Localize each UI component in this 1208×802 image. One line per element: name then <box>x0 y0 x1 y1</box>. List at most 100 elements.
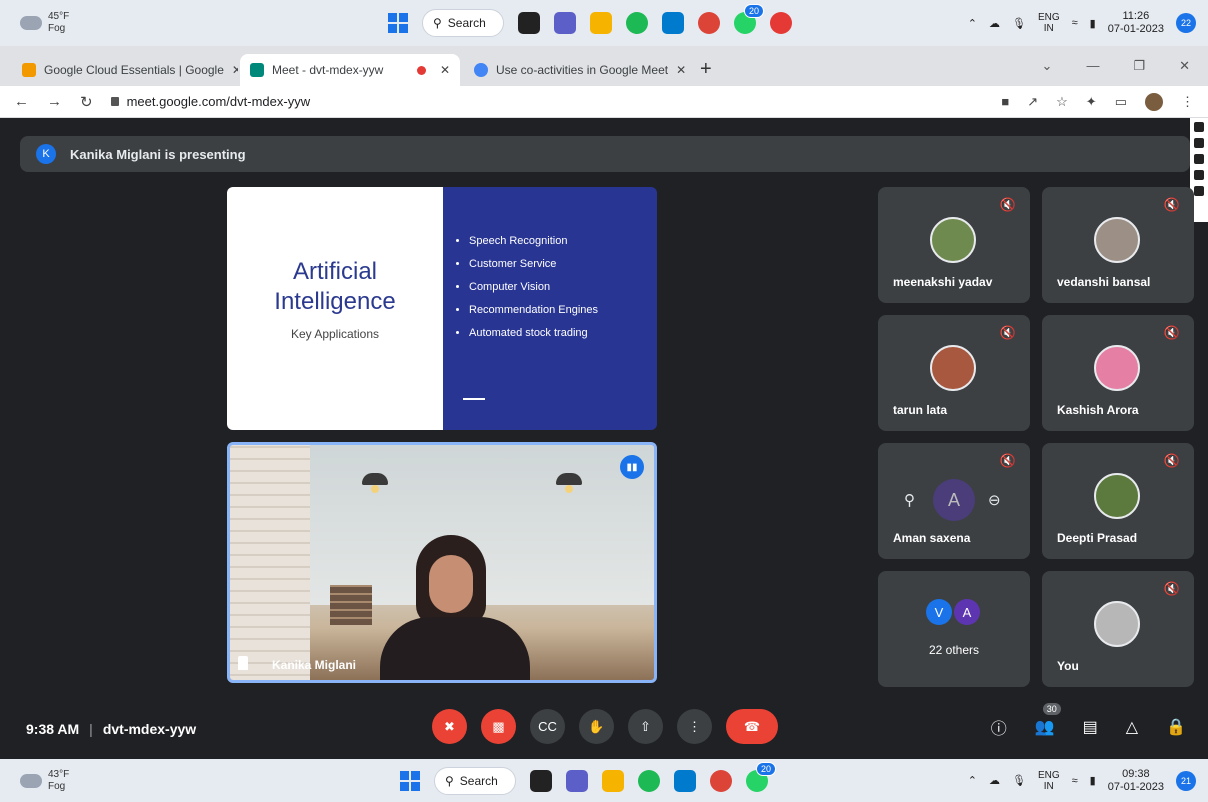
back-icon[interactable]: ← <box>14 93 29 111</box>
remove-icon[interactable]: ⊖ <box>988 491 1001 509</box>
info-icon[interactable]: ⓘ <box>991 715 1007 739</box>
captions-button[interactable]: CC <box>530 709 565 744</box>
participant-tile[interactable]: 🔇 Kashish Arora <box>1042 315 1194 431</box>
task-view-icon[interactable] <box>518 12 540 34</box>
spotify-icon[interactable] <box>638 769 660 792</box>
chrome-icon[interactable] <box>710 769 732 792</box>
battery-icon[interactable]: ▮ <box>1090 774 1096 787</box>
more-options-button[interactable]: ⋮ <box>677 709 712 744</box>
google-cloud-icon <box>22 63 36 77</box>
language-indicator[interactable]: ENG IN <box>1038 770 1060 792</box>
lock-icon[interactable] <box>110 97 119 106</box>
screenshot-icon[interactable] <box>1194 138 1204 148</box>
whatsapp-icon[interactable]: 20 <box>746 761 776 792</box>
vscode-icon[interactable] <box>674 769 696 792</box>
taskbar-search-label: Search <box>447 16 486 30</box>
microphone-icon[interactable]: 🎙 <box>1012 17 1026 30</box>
url-field[interactable]: meet.google.com/dvt-mdex-yyw <box>110 94 310 109</box>
window-icon[interactable] <box>1194 170 1204 180</box>
new-tab-icon[interactable]: + <box>700 58 712 81</box>
file-explorer-icon[interactable] <box>590 12 612 34</box>
vscode-icon[interactable] <box>662 12 684 34</box>
camera-in-use-icon[interactable]: ■ <box>1001 94 1009 109</box>
pin-icon[interactable]: ⚲ <box>904 491 915 509</box>
notification-badge[interactable]: 22 <box>1176 13 1196 33</box>
file-explorer-icon[interactable] <box>602 769 624 792</box>
record-icon[interactable] <box>770 12 792 34</box>
windows-start-icon[interactable] <box>388 13 408 33</box>
wifi-icon[interactable]: ≈ <box>1072 17 1078 29</box>
tab-meet[interactable]: Meet - dvt-mdex-yyw ✕ <box>240 54 460 86</box>
bookmark-star-icon[interactable]: ☆ <box>1056 94 1068 110</box>
minimize-icon[interactable]: — <box>1086 58 1099 74</box>
language-indicator[interactable]: ENG IN <box>1038 12 1060 34</box>
weather-widget[interactable]: 43°F Fog <box>20 769 69 793</box>
taskbar-search-label: Search <box>459 773 498 788</box>
pendant-lamp <box>556 473 582 493</box>
close-icon[interactable]: ✕ <box>676 63 686 77</box>
profile-avatar[interactable] <box>1145 92 1163 111</box>
teams-chat-icon[interactable] <box>554 12 576 34</box>
settings-icon[interactable] <box>1194 186 1204 196</box>
slide-bullet: Recommendation Engines <box>469 304 657 316</box>
participant-tile[interactable]: 🔇 meenakshi yadav <box>878 187 1030 303</box>
host-controls-icon[interactable]: 🔒 <box>1166 717 1186 737</box>
chevron-up-icon[interactable]: ⌃ <box>968 774 977 787</box>
pen-icon[interactable] <box>1194 122 1204 132</box>
participant-tile[interactable]: 🔇 vedanshi bansal <box>1042 187 1194 303</box>
presenter-video-tile[interactable]: ▮▮ Kanika Miglani <box>227 442 657 683</box>
self-tile[interactable]: 🔇 You <box>1042 571 1194 687</box>
tab-cloud-essentials[interactable]: Google Cloud Essentials | Google ✕ <box>12 54 238 86</box>
raise-hand-button[interactable]: ✋ <box>579 709 614 744</box>
tab-coactivities[interactable]: Use co-activities in Google Meet ✕ <box>464 54 692 86</box>
forward-icon[interactable]: → <box>47 93 62 111</box>
spotify-icon[interactable] <box>626 12 648 34</box>
tab-search-icon[interactable]: ⌄ <box>1042 58 1053 74</box>
camera-toggle-button[interactable]: ▩ <box>481 709 516 744</box>
wifi-icon[interactable]: ≈ <box>1072 775 1078 787</box>
share-icon[interactable]: ↗ <box>1027 94 1038 110</box>
microphone-icon[interactable]: 🎙 <box>1012 774 1026 787</box>
present-button[interactable]: ⇧ <box>628 709 663 744</box>
participant-tile[interactable]: 🔇 Deepti Prasad <box>1042 443 1194 559</box>
notification-badge[interactable]: 21 <box>1176 770 1196 791</box>
taskbar-search[interactable]: ⚲ Search <box>434 766 516 795</box>
taskbar-search[interactable]: ⚲ Search <box>422 9 504 37</box>
presentation-slide[interactable]: Artificial Intelligence Key Applications… <box>227 187 657 430</box>
participant-tile[interactable]: 🔇 ⚲ A ⊖ Aman saxena <box>878 443 1030 559</box>
teams-chat-icon[interactable] <box>566 769 588 792</box>
hang-up-icon: ☎ <box>743 718 761 734</box>
mic-off-icon: ✖ <box>444 718 455 734</box>
side-panel-icon[interactable]: ▭ <box>1115 94 1127 110</box>
system-clock[interactable]: 11:26 07-01-2023 <box>1108 10 1164 36</box>
extensions-icon[interactable]: ✦ <box>1086 94 1097 110</box>
chevron-up-icon[interactable]: ⌃ <box>968 17 977 30</box>
chat-icon[interactable]: ▤ <box>1083 717 1098 737</box>
others-tile[interactable]: V A 22 others <box>878 571 1030 687</box>
battery-icon[interactable]: ▮ <box>1090 17 1096 30</box>
close-icon[interactable]: ✕ <box>232 63 238 77</box>
participant-tile[interactable]: 🔇 tarun lata <box>878 315 1030 431</box>
activities-icon[interactable]: △ <box>1126 717 1138 737</box>
task-view-icon[interactable] <box>530 769 552 792</box>
tab-title: Google Cloud Essentials | Google <box>44 63 224 77</box>
reload-icon[interactable]: ↻ <box>80 93 93 111</box>
whatsapp-icon[interactable]: 20 <box>734 4 764 34</box>
video-icon[interactable] <box>1194 154 1204 164</box>
restore-icon[interactable]: ❐ <box>1133 58 1145 74</box>
close-icon[interactable]: ✕ <box>440 63 450 77</box>
lang-code: ENG <box>1037 12 1060 23</box>
chrome-icon[interactable] <box>698 12 720 34</box>
close-window-icon[interactable]: ✕ <box>1179 58 1190 74</box>
leave-call-button[interactable]: ☎ <box>726 709 778 744</box>
pin-icon[interactable] <box>238 656 248 670</box>
windows-start-icon[interactable] <box>400 770 420 791</box>
other-avatar: A <box>954 599 980 625</box>
onedrive-icon[interactable]: ☁ <box>989 774 1000 787</box>
mic-toggle-button[interactable]: ✖ <box>432 709 467 744</box>
system-clock[interactable]: 09:38 07-01-2023 <box>1108 768 1164 794</box>
people-icon[interactable]: 👥 30 <box>1035 703 1061 737</box>
weather-widget[interactable]: 45°F Fog <box>20 11 69 35</box>
more-menu-icon[interactable]: ⋮ <box>1181 94 1194 110</box>
onedrive-icon[interactable]: ☁ <box>989 17 1000 30</box>
